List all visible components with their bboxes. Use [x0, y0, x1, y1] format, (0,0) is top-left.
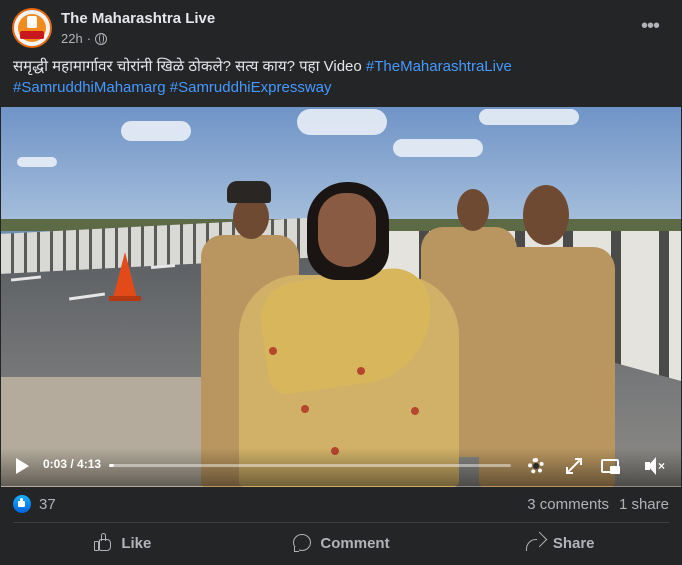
post-stats: 37 3 comments 1 share [13, 492, 669, 516]
video-controls: 0:03 / 4:13 × [1, 448, 681, 486]
traffic-cone-base [109, 296, 141, 301]
hashtag-link[interactable]: #SamruddhiMahamarg [13, 79, 166, 96]
woman-face [318, 193, 376, 267]
play-icon[interactable] [16, 458, 29, 474]
video-cloud [393, 139, 483, 157]
comment-label: Comment [320, 534, 390, 552]
video-progress-fill [109, 464, 114, 467]
post-time[interactable]: 22h [61, 31, 83, 46]
comments-count[interactable]: 3 comments [527, 496, 609, 513]
fullscreen-icon[interactable] [563, 455, 585, 477]
mute-icon[interactable]: × [644, 455, 666, 477]
video-cloud [479, 109, 579, 125]
officer-middle-head [457, 189, 489, 231]
video-cloud [297, 109, 387, 135]
dress-pattern [357, 367, 365, 375]
post-meta: 22h · [61, 31, 108, 46]
hashtag-link[interactable]: #SamruddhiExpressway [170, 79, 332, 96]
shares-count[interactable]: 1 share [619, 496, 669, 513]
avatar-logo-strip [20, 31, 44, 39]
actions-divider [13, 522, 669, 523]
video-player[interactable] [1, 107, 681, 487]
meta-separator: · [86, 31, 92, 46]
hashtag-link[interactable]: #TheMaharashtraLive [366, 58, 512, 75]
page-avatar[interactable] [12, 8, 52, 48]
caption-text: समृद्धी महामार्गावर चोरांनी खिळे ठोकले? … [13, 58, 366, 75]
facebook-post-card: The Maharashtra Live 22h · ••• समृद्धी म… [0, 0, 682, 565]
page-name-link[interactable]: The Maharashtra Live [61, 10, 215, 27]
post-actions: Like Comment Share [13, 526, 669, 560]
comment-bubble-icon [292, 533, 312, 553]
share-button[interactable]: Share [450, 526, 669, 560]
globe-icon [95, 32, 108, 45]
share-label: Share [552, 534, 595, 552]
picture-in-picture-icon[interactable] [599, 455, 621, 477]
video-time: 0:03 / 4:13 [43, 457, 102, 471]
officer-left-cap [227, 181, 271, 203]
post-caption: समृद्धी महामार्गावर चोरांनी खिळे ठोकले? … [13, 56, 653, 98]
dress-pattern [301, 405, 309, 413]
dress-pattern [269, 347, 277, 355]
video-cloud [17, 157, 57, 167]
dress-pattern [411, 407, 419, 415]
traffic-cone [113, 252, 137, 298]
comment-button[interactable]: Comment [232, 526, 451, 560]
more-options-icon[interactable]: ••• [638, 14, 662, 38]
share-arrow-icon [525, 531, 548, 553]
settings-icon[interactable] [525, 455, 547, 477]
like-button[interactable]: Like [13, 526, 232, 560]
video-cloud [121, 121, 191, 141]
post-header: The Maharashtra Live 22h · ••• [12, 8, 670, 52]
like-label: Like [121, 534, 152, 552]
video-progress-bar[interactable] [109, 464, 511, 467]
thumbs-up-icon [93, 533, 113, 553]
like-reaction-icon[interactable] [13, 495, 31, 513]
avatar-logo-mark [27, 16, 37, 28]
reaction-count[interactable]: 37 [39, 496, 56, 513]
officer-right-head [523, 185, 569, 245]
